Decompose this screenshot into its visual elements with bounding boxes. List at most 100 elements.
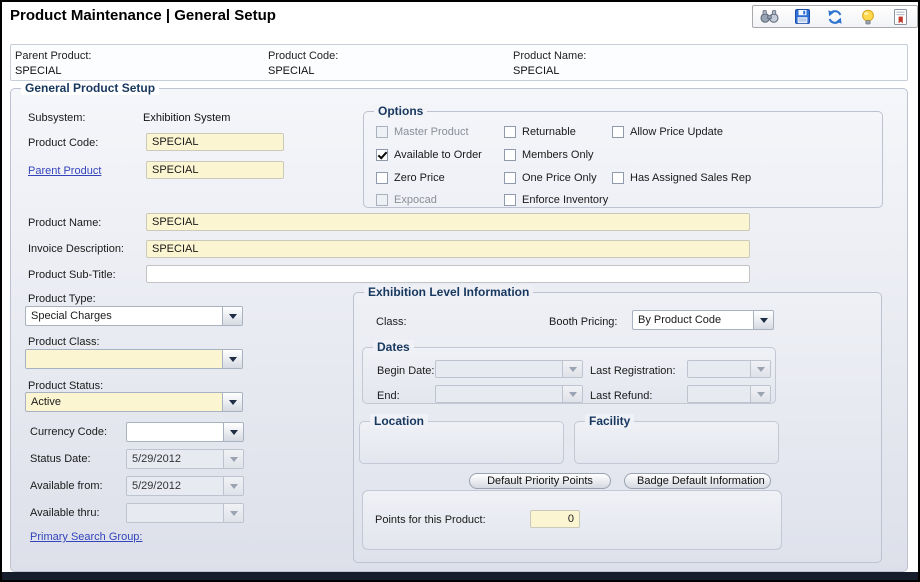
facility-group: Facility [574,414,779,464]
returnable-checkbox-icon[interactable] [504,126,516,138]
general-product-setup-group: General Product Setup Subsystem: Exhibit… [10,81,908,572]
tip-lightbulb-icon[interactable] [858,8,878,26]
points-for-product-input[interactable]: 0 [530,510,580,528]
exhibition-level-information-group: Exhibition Level Information Class: Boot… [353,285,882,563]
report-icon[interactable] [891,8,911,26]
header-product-name-value: SPECIAL [513,65,560,77]
last-registration-label: Last Registration: [590,365,676,377]
dates-group: Dates Begin Date: Last Registration: End… [362,340,776,404]
zero-price-checkbox-icon[interactable] [376,172,388,184]
product-type-dropdown[interactable]: Special Charges [25,306,243,326]
parent-product-link[interactable]: Parent Product [28,165,101,177]
product-name-label: Product Name: [28,217,102,229]
checkbox-enforce-inventory[interactable]: Enforce Inventory [504,194,608,206]
product-class-dropdown-arrow-icon[interactable] [222,350,242,368]
last-registration-field [687,360,771,378]
subsystem-value: Exhibition System [143,112,231,124]
default-priority-points-button[interactable]: Default Priority Points [469,473,611,489]
end-label: End: [377,390,400,402]
badge-default-information-button[interactable]: Badge Default Information [624,473,771,489]
product-type-dropdown-arrow-icon[interactable] [222,307,242,325]
header-product-name-label: Product Name: [513,50,587,62]
checkbox-available-to-order[interactable]: Available to Order [376,149,482,161]
points-for-product-label: Points for this Product: [375,514,486,526]
page-title: Product Maintenance | General Setup [10,7,276,24]
exhibition-level-information-legend: Exhibition Level Information [364,285,534,299]
available-from-dropdown-arrow-icon [223,477,243,495]
product-code-input[interactable]: SPECIAL [146,133,284,151]
last-refund-dropdown-arrow-icon [750,386,770,402]
location-legend: Location [370,414,428,428]
product-status-label: Product Status: [28,380,104,392]
checkbox-returnable[interactable]: Returnable [504,126,576,138]
parent-product-input[interactable]: SPECIAL [146,161,284,179]
refresh-icon[interactable] [825,8,845,26]
product-status-dropdown[interactable]: Active [25,392,243,412]
checkbox-members-only[interactable]: Members Only [504,149,594,161]
available-thru-field [126,503,244,523]
status-date-field: 5/29/2012 [126,449,244,469]
available-thru-label: Available thru: [30,507,100,519]
has-assigned-sales-rep-checkbox-icon[interactable] [612,172,624,184]
general-product-setup-legend: General Product Setup [21,81,160,95]
dates-legend: Dates [373,340,414,354]
checkbox-has-assigned-sales-rep[interactable]: Has Assigned Sales Rep [612,172,751,184]
checkbox-expocad[interactable]: Expocad [376,194,437,206]
save-icon[interactable] [792,8,812,26]
booth-pricing-dropdown-arrow-icon[interactable] [753,311,773,329]
subsystem-label: Subsystem: [28,112,86,124]
header-product-code-value: SPECIAL [268,65,315,77]
enforce-inventory-checkbox-icon[interactable] [504,194,516,206]
status-date-label: Status Date: [30,453,91,465]
header-product-code-label: Product Code: [268,50,339,62]
product-name-input[interactable]: SPECIAL [146,213,750,231]
checkbox-zero-price[interactable]: Zero Price [376,172,445,184]
currency-code-dropdown[interactable] [126,422,244,442]
invoice-description-input[interactable]: SPECIAL [146,240,750,258]
record-header-strip: Parent Product: SPECIAL Product Code: SP… [10,44,908,81]
invoice-description-label: Invoice Description: [28,243,124,255]
expocad-checkbox-icon[interactable] [376,194,388,206]
currency-code-dropdown-arrow-icon[interactable] [223,423,243,441]
class-label: Class: [376,316,407,328]
product-maintenance-window: Product Maintenance | General Setup Pare… [0,0,920,582]
location-group: Location [359,414,564,464]
binoculars-search-icon[interactable] [759,8,779,26]
available-thru-dropdown-arrow-icon [223,504,243,522]
product-class-dropdown[interactable] [25,349,243,369]
last-refund-label: Last Refund: [590,390,653,402]
one-price-only-checkbox-icon[interactable] [504,172,516,184]
begin-date-label: Begin Date: [377,365,435,377]
header-parent-product-label: Parent Product: [15,50,92,62]
product-code-label: Product Code: [28,137,99,149]
options-group: Options Master Product Returnable Allow … [363,104,883,208]
last-registration-dropdown-arrow-icon [750,361,770,377]
product-status-dropdown-arrow-icon[interactable] [222,393,242,411]
bottom-bar [2,572,918,580]
header-parent-product-value: SPECIAL [15,65,62,77]
product-sub-title-label: Product Sub-Title: [28,269,116,281]
facility-legend: Facility [585,414,635,428]
begin-date-dropdown-arrow-icon [562,361,582,377]
end-date-dropdown-arrow-icon [562,386,582,402]
product-class-label: Product Class: [28,336,100,348]
booth-pricing-label: Booth Pricing: [549,316,618,328]
options-legend: Options [374,104,428,118]
allow-price-update-checkbox-icon[interactable] [612,126,624,138]
product-sub-title-input[interactable] [146,265,750,283]
checkbox-one-price-only[interactable]: One Price Only [504,172,597,184]
checkbox-allow-price-update[interactable]: Allow Price Update [612,126,723,138]
booth-pricing-dropdown[interactable]: By Product Code [632,310,774,330]
members-only-checkbox-icon[interactable] [504,149,516,161]
available-from-label: Available from: [30,480,103,492]
status-date-dropdown-arrow-icon [223,450,243,468]
primary-search-group-link[interactable]: Primary Search Group: [30,531,142,543]
product-type-label: Product Type: [28,293,96,305]
toolbar [752,5,918,28]
begin-date-field [435,360,583,378]
master-product-checkbox-icon[interactable] [376,126,388,138]
checkbox-master-product[interactable]: Master Product [376,126,469,138]
points-panel: Points for this Product: 0 [362,490,782,550]
available-to-order-checkbox-icon[interactable] [376,149,388,161]
available-from-field: 5/29/2012 [126,476,244,496]
